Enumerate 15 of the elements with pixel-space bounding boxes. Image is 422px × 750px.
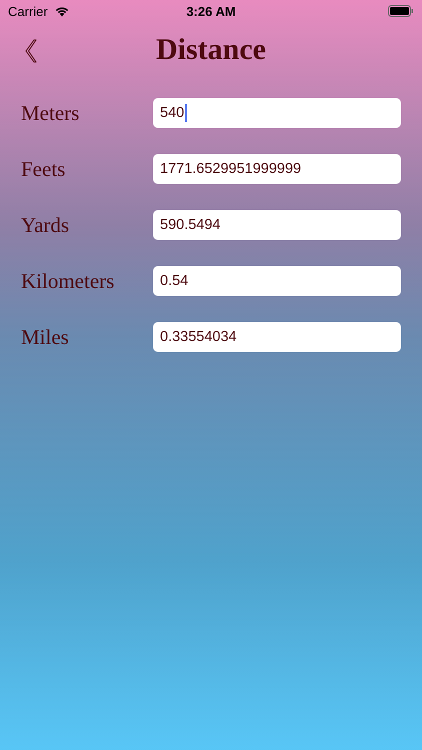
unit-label: Feets — [21, 156, 66, 182]
input-field[interactable]: 1771.6529951999999 — [153, 154, 401, 184]
unit-label: Meters — [21, 100, 80, 126]
unit-label: Miles — [21, 324, 70, 350]
wifi-icon — [54, 5, 70, 17]
input-field[interactable]: 590.5494 — [153, 210, 401, 240]
battery-icon — [388, 5, 414, 17]
unit-label: Kilometers — [21, 268, 116, 294]
input-field[interactable]: 0.54 — [153, 266, 401, 296]
input-field[interactable]: 0.33554034 — [153, 322, 401, 352]
carrier-name: Carrier — [8, 4, 48, 18]
status-time: 3:26 AM — [186, 4, 236, 18]
screen-title: Distance — [156, 33, 266, 67]
unit-label: Yards — [21, 212, 70, 238]
input-field[interactable]: 540 — [153, 98, 401, 128]
